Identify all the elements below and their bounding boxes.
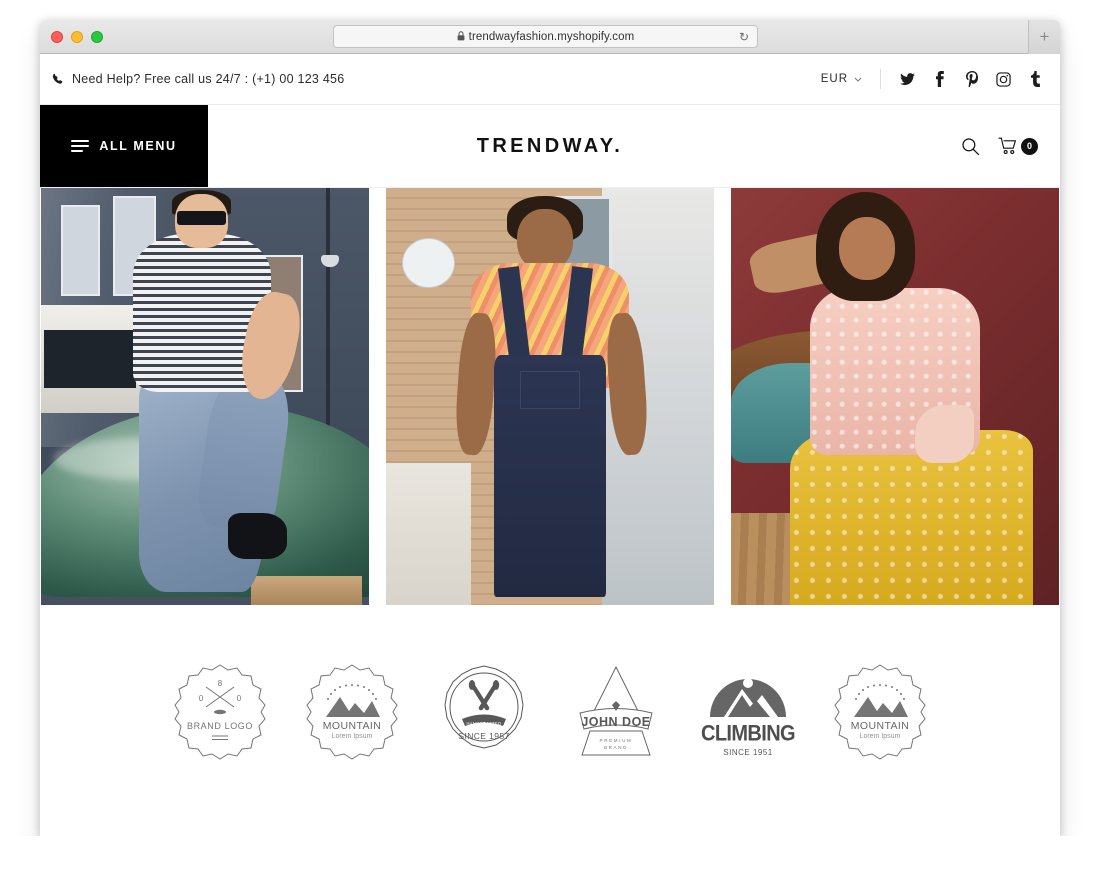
hero-slide-2[interactable] — [386, 188, 714, 605]
address-bar[interactable]: trendwayfashion.myshopify.com ↻ — [333, 25, 758, 48]
svg-text:BRAND LOGO: BRAND LOGO — [187, 721, 253, 731]
maximize-window-button[interactable] — [91, 31, 103, 43]
close-window-button[interactable] — [51, 31, 63, 43]
window-controls — [51, 31, 103, 43]
brand-logo-badge[interactable]: 8 0 0 BRAND LOGO — [168, 659, 272, 763]
climbing-badge[interactable]: CLIMBING SINCE 1951 — [696, 659, 800, 763]
search-icon[interactable] — [961, 137, 980, 156]
help-block: Need Help? Free call us 24/7 : (+1) 00 1… — [52, 72, 344, 86]
all-menu-label: ALL MENU — [99, 139, 177, 153]
minimize-window-button[interactable] — [71, 31, 83, 43]
currency-label: EUR — [820, 73, 848, 85]
site-logo-text: TRENDWAY. — [476, 134, 624, 157]
lock-icon — [457, 30, 465, 43]
mountain-badge-2[interactable]: MOUNTAIN Lorem Ipsum — [828, 659, 932, 763]
main-header: ALL MENU TRENDWAY. 0 — [40, 105, 1060, 188]
svg-text:SINCE 1957: SINCE 1957 — [458, 731, 509, 741]
svg-text:MOUNTAIN: MOUNTAIN — [851, 720, 909, 732]
svg-text:Lorem Ipsum: Lorem Ipsum — [332, 733, 373, 740]
svg-text:BRAND: BRAND — [604, 745, 628, 750]
cart-button[interactable]: 0 — [998, 137, 1038, 155]
page-viewport: Need Help? Free call us 24/7 : (+1) 00 1… — [40, 54, 1060, 836]
browser-window: trendwayfashion.myshopify.com ↻ + Need H… — [40, 20, 1060, 836]
svg-text:Lorem Ipsum: Lorem Ipsum — [860, 733, 901, 740]
svg-text:MOUNTAIN: MOUNTAIN — [323, 720, 381, 732]
svg-text:JOHN DOE: JOHN DOE — [581, 715, 650, 729]
social-icons — [899, 71, 1044, 88]
svg-text:HANDCRAFTED: HANDCRAFTED — [467, 721, 502, 726]
hamburger-icon — [71, 140, 90, 152]
instagram-icon[interactable] — [995, 71, 1012, 88]
brand-logos-strip: 8 0 0 BRAND LOGO MOUNTAIN Lorem Ipsum HA… — [40, 605, 1060, 816]
all-menu-button[interactable]: ALL MENU — [40, 105, 208, 187]
svg-text:8: 8 — [218, 679, 223, 688]
svg-text:CLIMBING: CLIMBING — [701, 721, 795, 745]
hero-slide-3[interactable] — [731, 188, 1059, 605]
svg-text:SINCE 1951: SINCE 1951 — [723, 748, 773, 757]
tumblr-icon[interactable] — [1027, 71, 1044, 88]
since-1957-badge[interactable]: HANDCRAFTED SINCE 1957 — [432, 659, 536, 763]
phone-icon — [52, 73, 64, 85]
desktop-background — [0, 836, 1100, 894]
john-doe-badge[interactable]: JOHN DOE PREMIUM BRAND — [564, 659, 668, 763]
top-bar-right: EUR — [821, 69, 1044, 89]
hero-image-grid — [40, 188, 1060, 605]
mountain-badge[interactable]: MOUNTAIN Lorem Ipsum — [300, 659, 404, 763]
header-actions: 0 — [892, 105, 1060, 187]
pinterest-icon[interactable] — [963, 71, 980, 88]
currency-selector[interactable]: EUR — [821, 69, 881, 89]
help-text: Need Help? Free call us 24/7 : (+1) 00 1… — [72, 72, 345, 86]
site-logo[interactable]: TRENDWAY. — [208, 105, 892, 187]
reload-icon[interactable]: ↻ — [739, 30, 749, 44]
hero-slide-1[interactable] — [41, 188, 369, 605]
new-tab-button[interactable]: + — [1028, 20, 1060, 54]
chevron-down-icon — [854, 74, 862, 84]
facebook-icon[interactable] — [931, 71, 948, 88]
twitter-icon[interactable] — [899, 71, 916, 88]
browser-chrome: trendwayfashion.myshopify.com ↻ + — [40, 20, 1060, 54]
top-utility-bar: Need Help? Free call us 24/7 : (+1) 00 1… — [40, 54, 1060, 105]
svg-text:0: 0 — [237, 694, 242, 703]
svg-text:PREMIUM: PREMIUM — [600, 738, 633, 743]
svg-text:0: 0 — [199, 694, 204, 703]
cart-count-badge: 0 — [1021, 137, 1038, 155]
cart-icon — [998, 137, 1018, 155]
url-text: trendwayfashion.myshopify.com — [468, 30, 635, 43]
